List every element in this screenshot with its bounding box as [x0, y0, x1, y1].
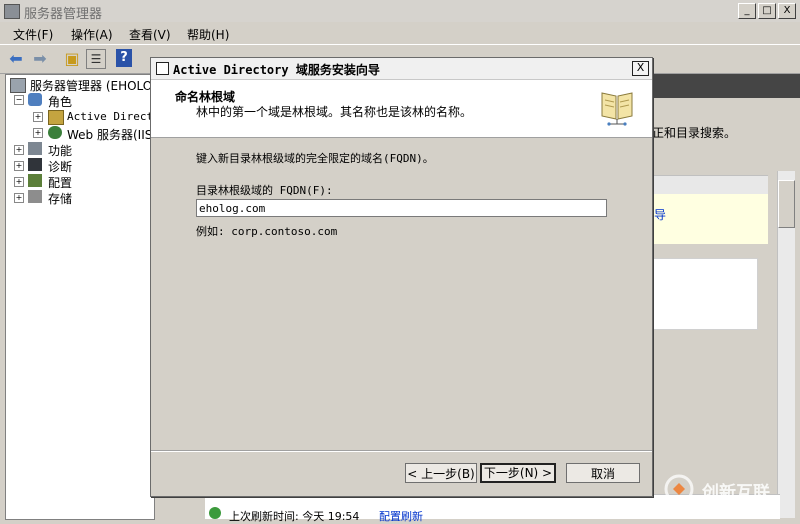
configure-refresh-link[interactable]: 配置刷新 — [379, 508, 423, 524]
refresh-icon — [209, 507, 221, 519]
wizard-header: 命名林根域 林中的第一个域是林根域。其名称也是该林的名称。 — [151, 80, 652, 138]
wizard-subheading: 林中的第一个域是林根域。其名称也是该林的名称。 — [196, 105, 473, 119]
show-tree-icon[interactable]: ☰ — [86, 49, 106, 69]
roles-icon — [28, 93, 42, 106]
section-header — [652, 175, 768, 194]
features-icon — [28, 142, 42, 155]
next-button[interactable]: 下一步(N) > — [480, 463, 556, 483]
content-box — [652, 258, 758, 330]
diagnostics-icon — [28, 158, 42, 171]
fqdn-input[interactable]: eholog.com — [196, 199, 607, 217]
tree-item-configuration[interactable]: 配置 — [48, 174, 72, 191]
dialog-title-bar: Active Directory 域服务安装向导 X — [151, 58, 652, 80]
tree-item-root[interactable]: 服务器管理器 (EHOLOG — [30, 77, 162, 94]
expand-icon[interactable]: + — [14, 193, 24, 203]
dialog-title: Active Directory 域服务安装向导 — [173, 63, 380, 77]
configuration-icon — [28, 174, 42, 187]
expand-icon[interactable]: + — [33, 112, 43, 122]
fqdn-field-label: 目录林根级域的 FQDN(F): — [196, 184, 333, 197]
tree-item-storage[interactable]: 存储 — [48, 190, 72, 207]
expand-icon[interactable]: + — [14, 145, 24, 155]
server-manager-icon — [4, 4, 20, 19]
web-server-icon — [48, 126, 62, 139]
scrollbar-thumb[interactable] — [778, 180, 795, 228]
directory-book-icon — [601, 92, 633, 126]
fqdn-example: 例如: corp.contoso.com — [196, 225, 338, 238]
right-pane-description: 正和目录搜索。 — [652, 126, 737, 140]
back-button[interactable]: < 上一步(B) — [405, 463, 477, 483]
watermark-circle-icon — [664, 474, 694, 504]
collapse-icon[interactable]: − — [14, 95, 24, 105]
dialog-close-button[interactable]: X — [632, 61, 649, 76]
info-link[interactable]: 导 — [654, 206, 666, 223]
fqdn-instruction: 键入新目录林根级域的完全限定的域名(FQDN)。 — [196, 152, 434, 165]
tree-item-features[interactable]: 功能 — [48, 142, 72, 159]
forward-arrow-icon[interactable]: ➡ — [30, 49, 50, 69]
info-panel — [652, 194, 768, 244]
dialog-window-icon — [156, 62, 169, 75]
tree-item-roles[interactable]: 角色 — [48, 93, 72, 110]
tree-item-web-server[interactable]: Web 服务器(IIS — [67, 126, 152, 143]
tree-item-diagnostics[interactable]: 诊断 — [48, 158, 72, 175]
watermark-logo: 创新互联 — [664, 474, 794, 504]
menu-file[interactable]: 文件(F) — [13, 26, 53, 43]
menu-bar: 文件(F) 操作(A) 查看(V) 帮助(H) — [0, 22, 800, 44]
menu-view[interactable]: 查看(V) — [129, 26, 171, 43]
expand-icon[interactable]: + — [33, 128, 43, 138]
close-window-button[interactable]: X — [778, 3, 796, 19]
server-icon — [10, 78, 26, 93]
up-folder-icon[interactable]: ▣ — [62, 49, 82, 69]
maximize-button[interactable]: □ — [758, 3, 776, 19]
storage-icon — [28, 190, 42, 203]
right-pane-header-bar — [650, 74, 800, 98]
expand-icon[interactable]: + — [14, 177, 24, 187]
window-title: 服务器管理器 — [24, 7, 103, 22]
menu-action[interactable]: 操作(A) — [71, 26, 113, 43]
last-refresh-text: 上次刷新时间: 今天 19:54 — [229, 510, 360, 523]
back-arrow-icon[interactable]: ⬅ — [6, 49, 26, 69]
minimize-button[interactable]: _ — [738, 3, 756, 19]
main-title-bar: 服务器管理器 _ □ X — [0, 0, 800, 23]
tree-item-active-directory[interactable]: Active Directo — [67, 110, 160, 123]
navigation-tree: 服务器管理器 (EHOLOG − 角色 + Active Directo + W… — [5, 74, 162, 520]
active-directory-icon — [48, 110, 64, 125]
expand-icon[interactable]: + — [14, 161, 24, 171]
watermark-text: 创新互联 — [702, 483, 770, 503]
menu-help[interactable]: 帮助(H) — [187, 26, 229, 43]
help-icon[interactable]: ? — [116, 49, 132, 67]
button-separator — [151, 450, 652, 452]
ad-install-wizard-dialog: Active Directory 域服务安装向导 X 命名林根域 林中的第一个域… — [150, 57, 653, 497]
cancel-button[interactable]: 取消 — [566, 463, 640, 483]
